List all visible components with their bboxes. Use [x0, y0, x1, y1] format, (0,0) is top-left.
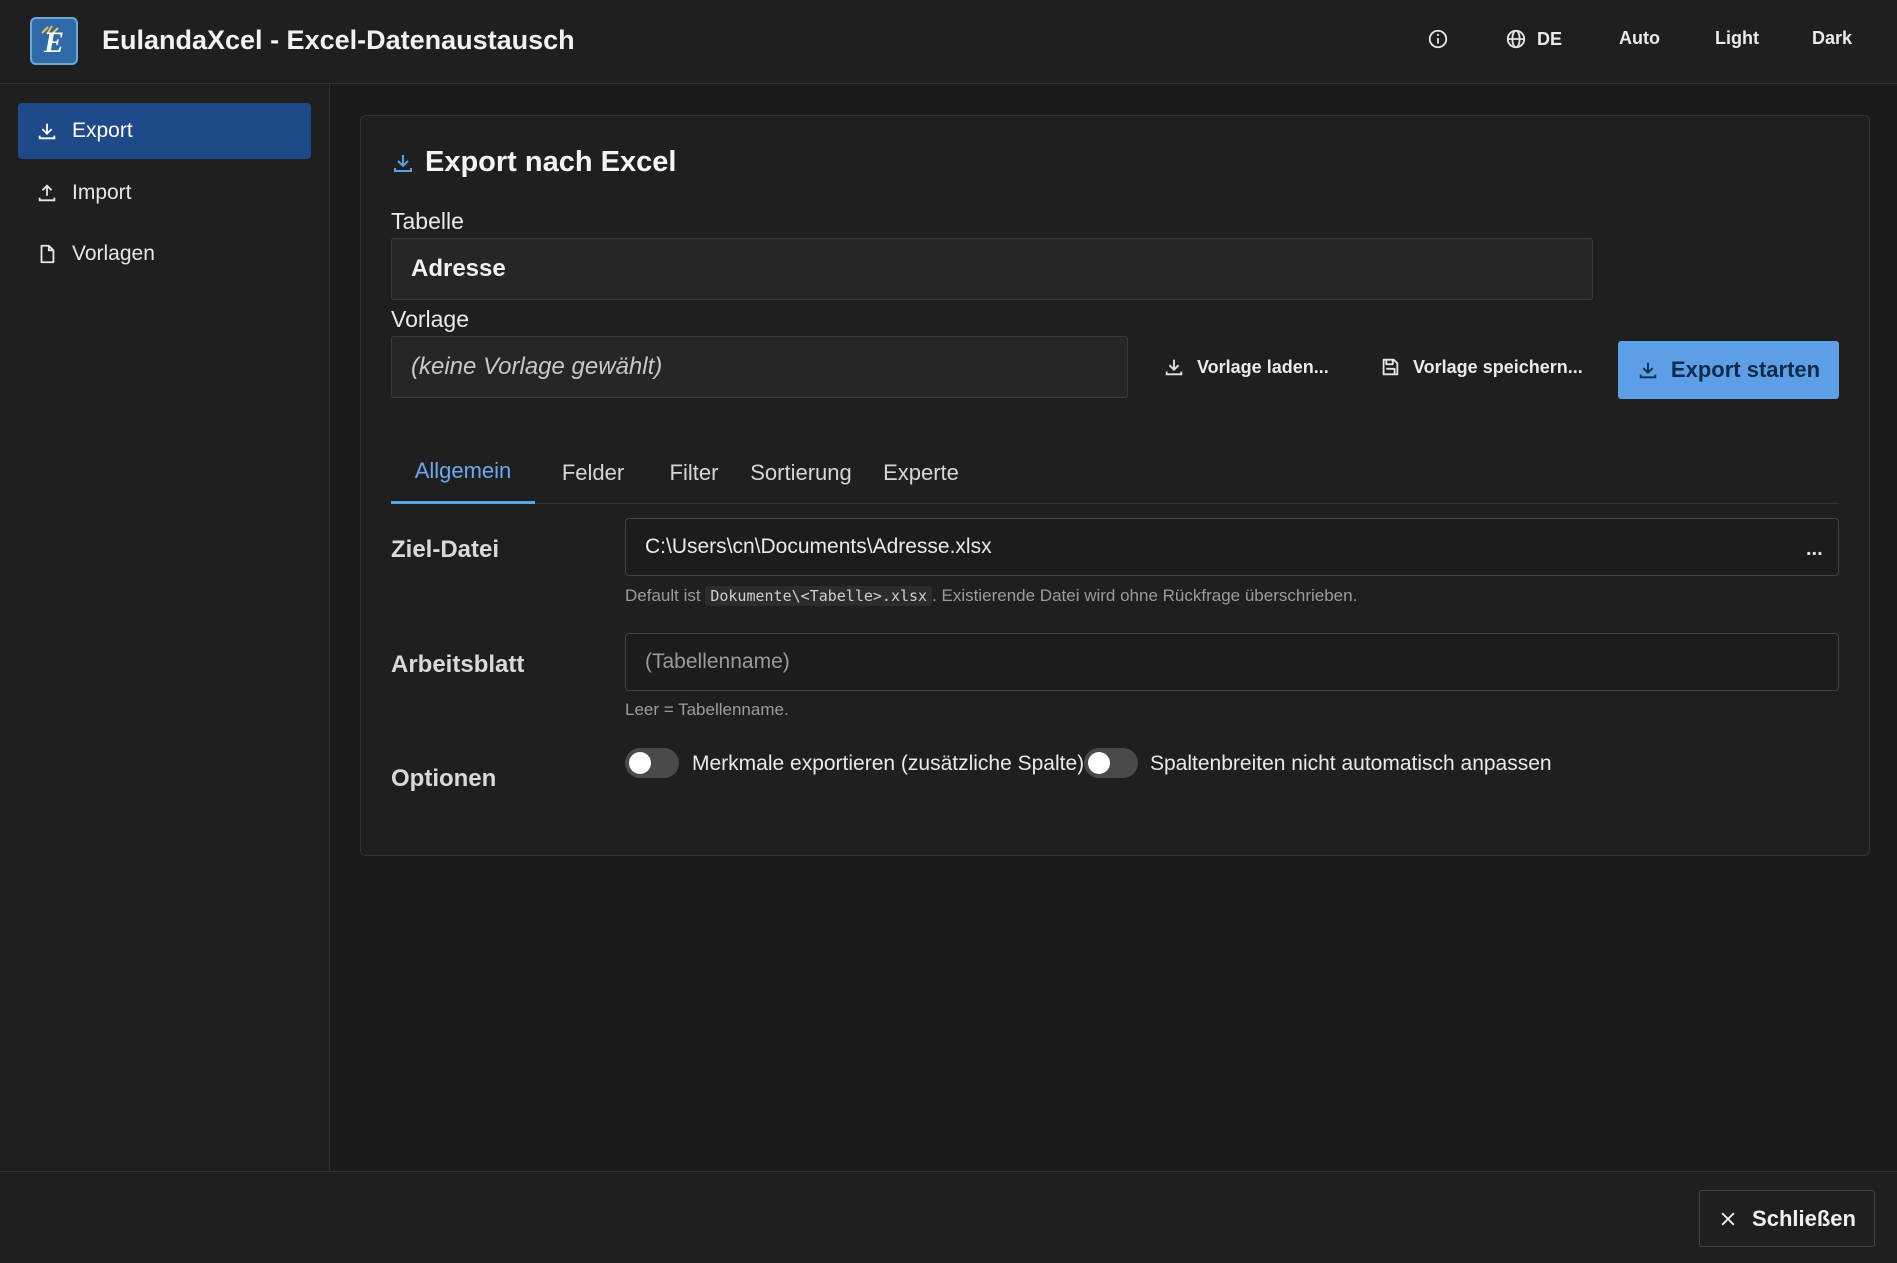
download-icon	[394, 154, 412, 172]
save-icon	[1382, 358, 1399, 376]
app-title: EulandaXcel - Excel-Datenaustausch	[102, 25, 575, 55]
language-label: DE	[1537, 28, 1563, 49]
upload-icon	[38, 184, 56, 202]
tab-allgemein[interactable]: Allgemein	[391, 441, 535, 504]
sidebar-item-export[interactable]: Export	[18, 103, 311, 159]
hint-prefix: Default ist	[625, 586, 701, 605]
start-export-label: Export starten	[1670, 357, 1821, 382]
page-title-text: Export nach Excel	[425, 146, 677, 178]
save-template-label: Vorlage speichern...	[1413, 356, 1583, 377]
worksheet-input[interactable]: (Tabellenname)	[625, 633, 1839, 691]
tab-felder[interactable]: Felder	[535, 441, 651, 504]
footer-bar: Schließen	[0, 1171, 1897, 1263]
logo-letter: E	[43, 26, 64, 59]
table-select[interactable]: Adresse	[391, 238, 1593, 300]
hint-suffix: . Existierende Datei wird ohne Rückfrage…	[932, 586, 1358, 605]
file-icon	[40, 244, 55, 264]
options-label: Optionen	[391, 765, 497, 792]
export-features-toggle[interactable]	[625, 748, 679, 778]
close-icon	[1721, 1212, 1735, 1225]
theme-light-button[interactable]: Light	[1715, 28, 1759, 49]
toggle-knob	[1088, 752, 1110, 774]
tab-sortierung[interactable]: Sortierung	[737, 441, 865, 504]
app-logo-icon: E	[30, 17, 78, 65]
globe-icon	[1506, 29, 1526, 49]
target-file-input[interactable]: C:\Users\cn\Documents\Adresse.xlsx	[625, 518, 1839, 576]
download-icon	[38, 123, 56, 140]
export-card: Export nach Excel Tabelle Adresse Vorlag…	[360, 115, 1870, 856]
template-select[interactable]: (keine Vorlage gewählt)	[391, 336, 1128, 398]
worksheet-hint: Leer = Tabellenname.	[625, 700, 789, 719]
target-file-hint: Default ist Dokumente\<Tabelle>.xlsx. Ex…	[625, 586, 1357, 606]
sidebar-item-label: Import	[72, 181, 132, 204]
sidebar-item-import[interactable]: Import	[18, 165, 311, 221]
tab-bar: Allgemein Felder Filter Sortierung Exper…	[391, 441, 1839, 504]
worksheet-label: Arbeitsblatt	[391, 651, 525, 678]
theme-auto-button[interactable]: Auto	[1619, 28, 1660, 49]
app-header: E EulandaXcel - Excel-Datenaustausch DE …	[0, 0, 1897, 84]
target-file-label: Ziel-Datei	[391, 536, 500, 563]
download-icon	[1639, 362, 1657, 379]
close-label: Schließen	[1752, 1205, 1856, 1231]
template-label: Vorlage	[391, 306, 470, 332]
sidebar: Export Import Vorlagen	[0, 84, 330, 1171]
download-icon	[1165, 359, 1183, 376]
start-export-button[interactable]: Export starten	[1618, 341, 1839, 399]
info-button[interactable]	[1427, 28, 1449, 50]
load-template-label: Vorlage laden...	[1197, 356, 1329, 377]
browse-file-button[interactable]: ...	[1806, 538, 1823, 561]
page-title: Export nach Excel	[391, 146, 676, 179]
hint-code: Dokumente\<Tabelle>.xlsx	[705, 586, 933, 606]
tab-filter[interactable]: Filter	[651, 441, 737, 504]
close-button[interactable]: Schließen	[1699, 1190, 1875, 1247]
table-label: Tabelle	[391, 208, 464, 234]
info-icon	[1428, 29, 1448, 49]
toggle-knob	[629, 752, 651, 774]
column-width-toggle[interactable]	[1084, 748, 1138, 778]
column-width-label: Spaltenbreiten nicht automatisch anpasse…	[1150, 752, 1552, 775]
sidebar-item-vorlagen[interactable]: Vorlagen	[18, 226, 311, 282]
export-features-label: Merkmale exportieren (zusätzliche Spalte…	[692, 752, 1085, 775]
sidebar-item-label: Export	[72, 119, 133, 142]
tab-experte[interactable]: Experte	[865, 441, 977, 504]
language-button[interactable]: DE	[1505, 28, 1562, 50]
save-template-button[interactable]: Vorlage speichern...	[1379, 356, 1583, 378]
load-template-button[interactable]: Vorlage laden...	[1163, 356, 1329, 378]
sidebar-item-label: Vorlagen	[72, 242, 155, 265]
theme-dark-button[interactable]: Dark	[1812, 28, 1852, 49]
